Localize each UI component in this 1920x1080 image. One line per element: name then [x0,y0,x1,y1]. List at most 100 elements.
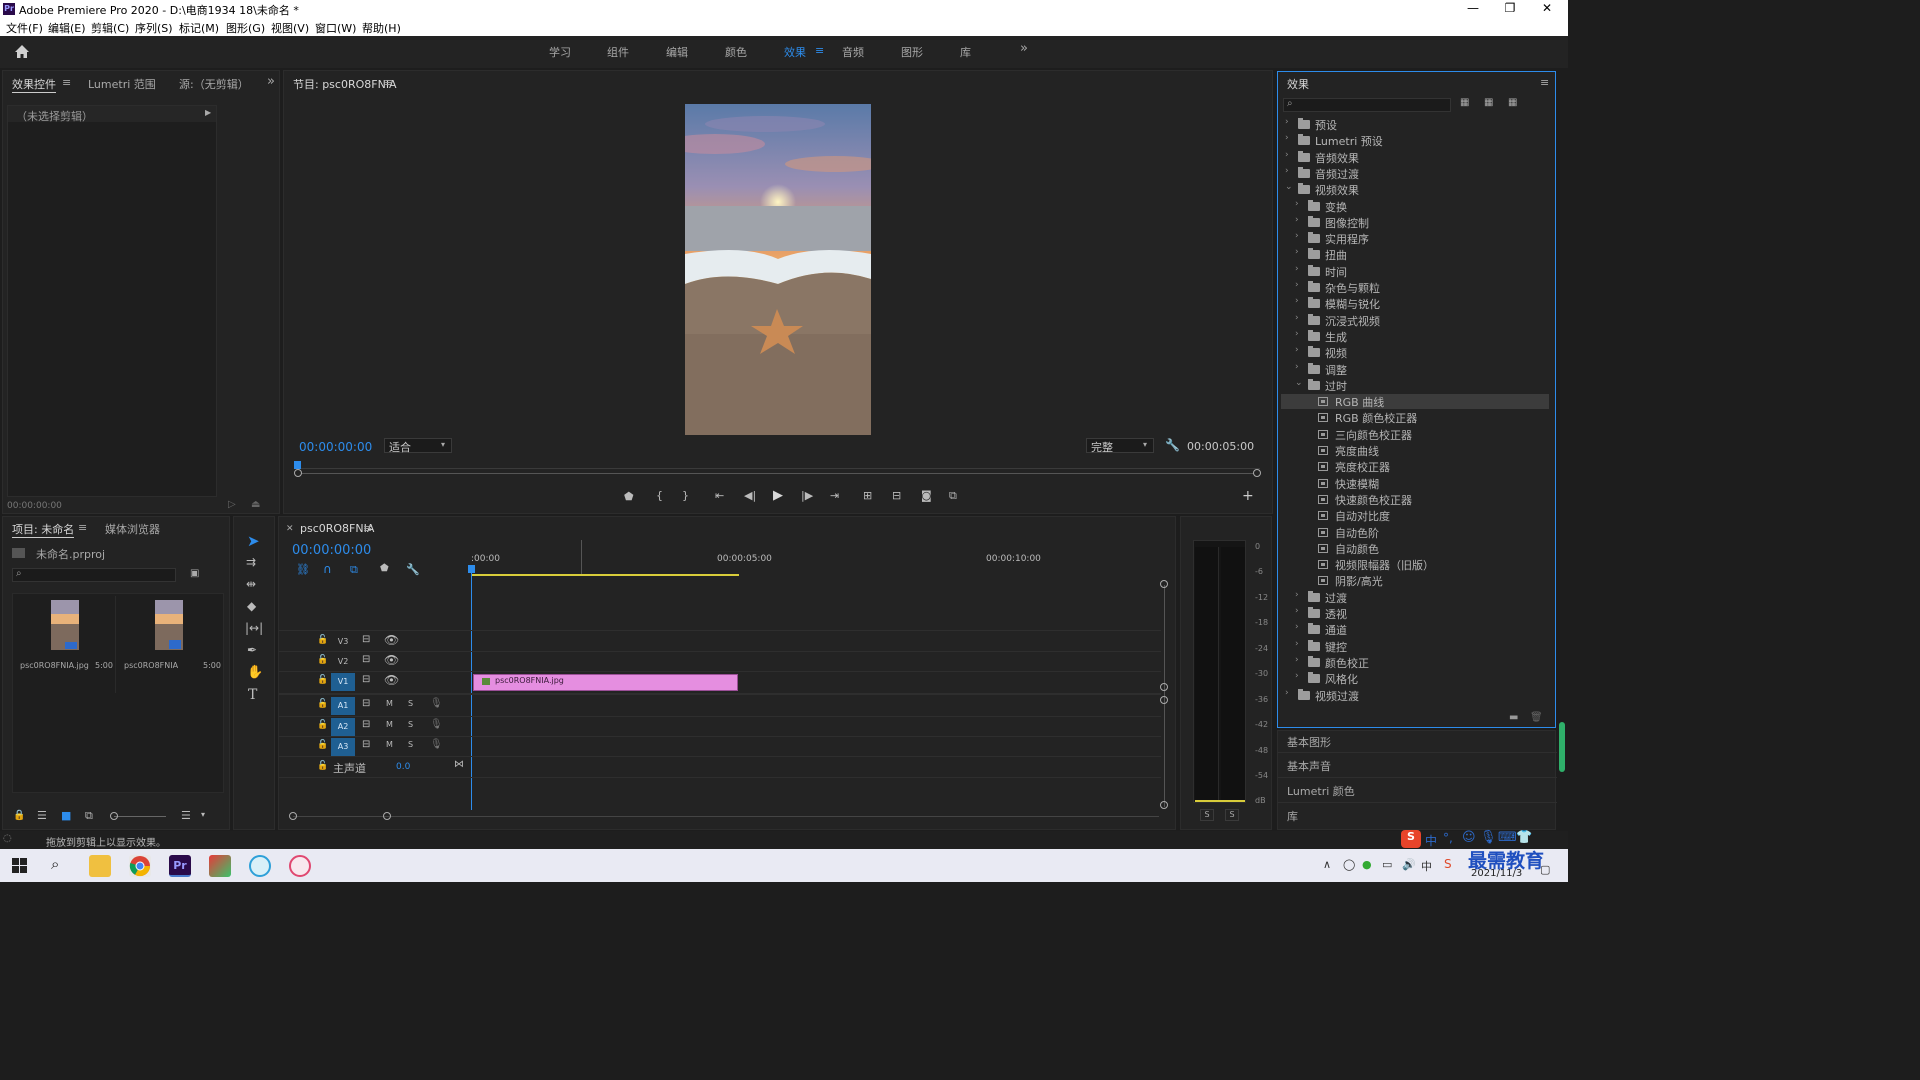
eye-icon[interactable]: 👁 [384,673,399,687]
h-scroll-handle-right[interactable] [383,812,391,820]
icon-view-icon[interactable]: ■ [61,809,71,822]
effect-item[interactable]: 自动颜色 [1281,541,1549,556]
project-item[interactable]: psc0RO8FNIA 5:00 [119,596,223,693]
input-method-icon[interactable]: 中 [1421,858,1432,874]
ime-punct[interactable]: °, [1443,831,1453,845]
effects-folder[interactable]: › 音频过渡 [1281,166,1549,181]
chevron-right-icon[interactable]: › [1285,166,1289,176]
eye-icon[interactable]: 👁 [384,653,399,667]
delete-icon[interactable]: 🗑 [1530,712,1543,723]
lift-icon[interactable]: ⊞ [863,489,872,502]
wrench-icon[interactable]: 🔧 [1165,438,1180,452]
chevron-right-icon[interactable]: › [1295,231,1299,241]
side-scrollbar[interactable] [1559,722,1565,772]
extract-icon[interactable]: ⊟ [892,489,901,502]
effects-folder[interactable]: › 生成 [1281,329,1549,344]
add-marker-icon[interactable]: ⬟ [624,490,634,503]
lock-icon[interactable]: 🔒 [13,810,25,821]
workspace-assembly[interactable]: 组件 [607,44,629,60]
solo-left-button[interactable]: S [1200,809,1214,821]
snap-magnet-icon[interactable]: ∩ [323,562,332,576]
step-forward-icon[interactable]: |▶ [801,489,813,502]
app-icon[interactable] [209,855,231,877]
chevron-down-icon[interactable]: ▾ [201,810,205,819]
ime-emoji-icon[interactable]: ☺ [1462,830,1476,845]
mark-out-icon[interactable]: } [682,489,689,502]
sort-icons-icon[interactable]: ☰ [181,809,191,822]
effects-folder[interactable]: › 通道 [1281,622,1549,637]
effect-item[interactable]: RGB 颜色校正器 [1281,410,1549,425]
zoom-handle-left[interactable] [294,469,302,477]
chevron-right-icon[interactable]: › [1295,215,1299,225]
chevron-right-icon[interactable]: › [1285,688,1289,698]
chevron-right-icon[interactable]: › [1295,313,1299,323]
expand-arrow-icon[interactable]: ▶ [205,108,211,117]
effects-folder[interactable]: › 扭曲 [1281,247,1549,262]
play-icon[interactable]: ▶ [773,488,783,503]
project-search-input[interactable]: ⌕ [12,568,176,582]
voiceover-mic-icon[interactable]: 🎙 [430,698,443,709]
track-label-a3[interactable]: A3 [331,738,355,756]
effects-folder[interactable]: › 透视 [1281,606,1549,621]
volume-icon[interactable]: 🔊 [1402,858,1416,871]
tab-project[interactable]: 项目: 未命名 [12,521,75,538]
minimize-button[interactable]: — [1453,1,1493,17]
track-label-v1[interactable]: V1 [331,673,355,691]
play-clip-audio-icon[interactable]: ▷ [228,499,236,510]
effects-folder[interactable]: › 变换 [1281,199,1549,214]
yuv-effects-icon[interactable]: ▦ [1508,97,1517,108]
chevron-right-icon[interactable]: › [1295,590,1299,600]
ime-keyboard-icon[interactable]: ⌨ [1498,830,1517,845]
step-back-icon[interactable]: ◀| [744,489,756,502]
ime-mode-cn[interactable]: 中 [1425,832,1437,849]
mute-button[interactable]: M [386,720,393,729]
workspace-libraries[interactable]: 库 [960,44,971,60]
effects-folder[interactable]: › 实用程序 [1281,231,1549,246]
effect-item[interactable]: 亮度校正器 [1281,459,1549,474]
sync-lock-icon[interactable]: ⊟ [362,698,370,709]
timeline-settings-wrench-icon[interactable]: 🔧 [406,563,420,576]
effect-item[interactable]: 自动色阶 [1281,525,1549,540]
v-scroll-handle-bottom[interactable] [1160,801,1168,809]
work-area-bar[interactable] [472,574,739,576]
workspace-effects-menu-icon[interactable]: ≡ [815,44,824,57]
master-volume-value[interactable]: 0.0 [396,762,410,772]
chevron-right-icon[interactable]: › [1295,639,1299,649]
lock-icon[interactable]: 🔓 [317,655,328,665]
program-tab[interactable]: 节目: psc0RO8FNIA [293,76,397,92]
selection-tool-icon[interactable]: ➤ [247,532,260,550]
tab-effect-controls[interactable]: 效果控件 [12,76,56,93]
chevron-right-icon[interactable]: › [1295,199,1299,209]
lock-icon[interactable]: 🔓 [317,720,328,730]
linked-selection-icon[interactable]: ⧉ [350,563,358,577]
sogou-ime-logo-icon[interactable]: S [1401,830,1421,848]
h-scroll-handle-left[interactable] [289,812,297,820]
menu-graphics[interactable]: 图形(G) [226,20,265,36]
effects-folder[interactable]: › 调整 [1281,362,1549,377]
solo-button[interactable]: S [408,720,413,729]
app-icon[interactable] [289,855,311,877]
solo-button[interactable]: S [408,699,413,708]
effect-item[interactable]: 阴影/高光 [1281,573,1549,588]
razor-tool-icon[interactable]: ◆ [247,599,256,613]
zoom-slider-handle[interactable] [110,812,118,820]
menu-file[interactable]: 文件(F) [6,20,43,36]
go-to-out-icon[interactable]: ⇥ [830,489,839,502]
effect-item[interactable]: 自动对比度 [1281,508,1549,523]
panel-libraries[interactable]: 库 [1287,808,1298,824]
chevron-right-icon[interactable]: › [1295,296,1299,306]
close-tab-icon[interactable]: ✕ [286,524,294,534]
effects-folder[interactable]: › 时间 [1281,264,1549,279]
workspace-learn[interactable]: 学习 [549,44,571,60]
effects-search-input[interactable]: ⌕ [1283,98,1451,112]
chevron-right-icon[interactable]: › [1295,606,1299,616]
effects-folder[interactable]: › 视频 [1281,345,1549,360]
sync-lock-icon[interactable]: ⊟ [362,634,370,645]
slip-tool-icon[interactable]: |↔| [245,621,263,635]
freeform-view-icon[interactable]: ⧉ [85,809,93,823]
panel-menu-icon[interactable]: ≡ [384,76,393,89]
list-view-icon[interactable]: ☰ [37,809,47,822]
zoom-slider[interactable] [114,816,166,817]
lock-icon[interactable]: 🔓 [317,761,328,771]
menu-view[interactable]: 视图(V) [271,20,309,36]
